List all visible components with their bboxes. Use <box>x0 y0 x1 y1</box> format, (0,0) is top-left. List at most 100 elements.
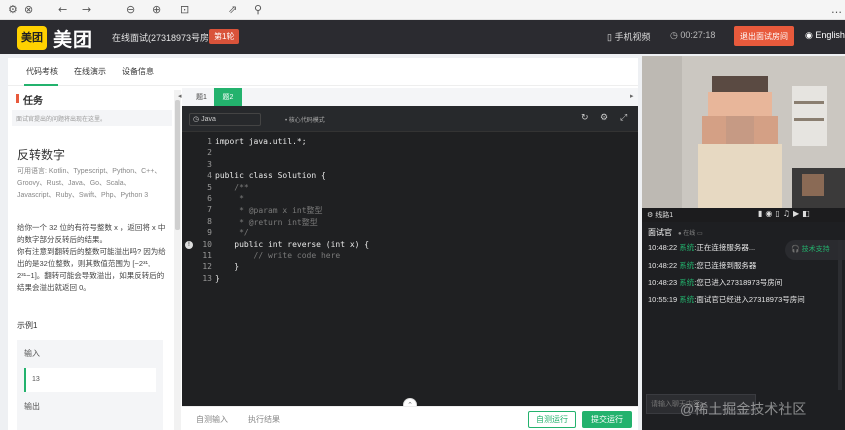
language-switch[interactable]: ◉ English <box>805 30 845 41</box>
chat-status: ● 在线 ▭ <box>678 231 703 237</box>
tabs-left-arrow-icon[interactable]: ◂ <box>178 92 182 100</box>
available-languages: 可用语言: Kotlin、Typescript、Python、C++、Groov… <box>17 168 162 199</box>
problem-title: 反转数字 <box>17 148 66 162</box>
message-text: :面试官已经进入27318973号房间 <box>694 295 805 304</box>
video-line-name: ⚙ 线路1 <box>647 212 674 219</box>
code-line: import java.util.*; <box>215 137 307 146</box>
self-test-button[interactable]: 自测运行 <box>528 411 576 428</box>
code-line: /** <box>215 182 249 192</box>
tab-code-review[interactable]: 代码考核 <box>26 66 58 77</box>
message-time: 10:48:22 <box>648 243 678 252</box>
line-number: 12 <box>202 262 212 272</box>
problem-description: 给你一个 32 位的有符号整数 x ，返回将 x 中的数字部分反转后的结果。 <box>17 223 166 244</box>
round-badge: 第1轮 <box>209 29 240 44</box>
line-number: 11 <box>202 251 212 260</box>
submit-button[interactable]: 提交运行 <box>582 411 632 428</box>
input-value: 13 <box>24 368 156 392</box>
message-tag: 系统 <box>679 261 695 270</box>
task-scrollbar-thumb[interactable] <box>175 100 180 230</box>
video-controls-icons[interactable]: ▮◉▯♫▶◧ <box>758 209 813 218</box>
language-select[interactable]: ◷ Java <box>189 113 261 126</box>
chat-message: 10:48:23 系统:您已进入27318973号房间 <box>648 277 782 288</box>
video-feed <box>642 56 845 208</box>
core-mode-text: 核心代码模式 <box>288 118 325 124</box>
input-label: 输入 <box>24 349 40 358</box>
tab-self-input[interactable]: 自测输入 <box>196 414 228 425</box>
question-tab-1[interactable]: 题1 <box>196 92 207 102</box>
message-time: 10:48:23 <box>648 278 678 287</box>
code-line: } <box>215 273 220 283</box>
problem-overflow-note: 你有注意到翻转后的整数可能溢出吗? 因为给出的是32位整数，则其数值范围为 [−… <box>17 247 166 292</box>
line-number: 5 <box>207 182 212 192</box>
support-label: 技术支持 <box>801 246 830 253</box>
tab-result[interactable]: 执行结果 <box>248 414 280 425</box>
zoom-in-icon[interactable]: ⊕ <box>152 2 161 18</box>
video-image <box>642 56 845 208</box>
hint-icon[interactable]: ! <box>185 241 193 249</box>
close-icon[interactable]: ⊗ <box>24 2 33 18</box>
brand-name: 美团 <box>53 30 94 51</box>
language-label: English <box>815 30 845 40</box>
line-number: 13 <box>202 273 212 283</box>
reset-icon[interactable]: ↻ <box>581 113 589 123</box>
watermark: @稀土掘金技术社区 <box>680 401 807 417</box>
line-number: 3 <box>207 159 212 169</box>
chat-scrollbar[interactable] <box>838 240 842 390</box>
chat-header: 面试官 <box>648 228 672 237</box>
tab-device-info[interactable]: 设备信息 <box>122 66 154 77</box>
expand-icon[interactable]: ⤢ <box>620 113 627 123</box>
example-title: 示例1 <box>17 321 38 330</box>
chat-message: 10:48:22 系统:您已连接到服务器 <box>648 260 756 271</box>
message-time: 10:55:19 <box>648 295 678 304</box>
message-tag: 系统 <box>679 278 695 287</box>
line-label: 线路1 <box>655 212 674 219</box>
line-number: 6 <box>207 194 212 203</box>
code-line: } <box>215 262 240 272</box>
tab-online-demo[interactable]: 在线演示 <box>74 66 106 77</box>
message-tag: 系统 <box>679 295 695 304</box>
settings-icon[interactable]: ⚙ <box>8 2 18 18</box>
task-marker <box>16 94 19 103</box>
logo: 美团 <box>17 26 47 50</box>
share-icon[interactable]: ⇗ <box>228 2 237 18</box>
question-tabs <box>182 88 638 106</box>
phone-video-link[interactable]: ▯ 手机视频 <box>607 30 650 43</box>
timer-value: 00:27:18 <box>680 30 716 40</box>
code-line: */ <box>215 228 249 238</box>
output-label: 输出 <box>24 402 40 411</box>
phone-video-label: 手机视频 <box>614 32 651 42</box>
language-select-value: Java <box>201 116 216 123</box>
message-tag: 系统 <box>679 243 695 252</box>
line-number: 7 <box>207 205 212 215</box>
chat-status-text: 在线 <box>683 231 696 237</box>
zoom-out-icon[interactable]: ⊖ <box>126 2 135 18</box>
line-number: 2 <box>207 148 212 158</box>
tabs-right-arrow-icon[interactable]: ▸ <box>630 92 634 100</box>
line-number: 9 <box>207 228 212 238</box>
chat-message: 10:55:19 系统:面试官已经进入27318973号房间 <box>648 294 805 305</box>
forward-icon[interactable]: → <box>82 2 91 18</box>
line-number: 1 <box>207 137 212 146</box>
editor-settings-icon[interactable]: ⚙ <box>600 113 608 123</box>
browser-toolbar: ⚙ ⊗ ← → ⊖ ⊕ ⊡ ⇗ ⚲ … <box>0 0 845 20</box>
more-icon[interactable]: … <box>831 2 842 18</box>
code-line: // write code here <box>215 251 341 260</box>
message-text: :您已进入27318973号房间 <box>694 278 783 287</box>
tech-support-button[interactable]: 🎧 技术支持 <box>785 240 845 260</box>
message-time: 10:48:22 <box>648 261 678 270</box>
back-icon[interactable]: ← <box>58 2 67 18</box>
fullscreen-icon[interactable]: ⊡ <box>180 2 189 18</box>
room-title: 在线面试(27318973号房间) <box>112 33 222 43</box>
task-note: 面试官提出的问题将出现在这里。 <box>12 110 172 126</box>
question-tab-2[interactable]: 题2 <box>214 88 242 106</box>
line-number: 8 <box>207 216 212 226</box>
exit-room-button[interactable]: 退出面试房间 <box>734 26 794 46</box>
line-number: 4 <box>207 171 212 181</box>
message-text: :您已连接到服务器 <box>694 261 757 270</box>
active-tab-indicator <box>24 84 58 86</box>
interview-timer: ◷ 00:27:18 <box>670 30 716 40</box>
core-mode-label: • 核心代码模式 <box>285 118 325 124</box>
chat-message: 10:48:22 系统:正在连接服务器... <box>648 242 755 253</box>
pin-icon[interactable]: ⚲ <box>254 2 262 18</box>
code-line: public class Solution { <box>215 171 326 181</box>
